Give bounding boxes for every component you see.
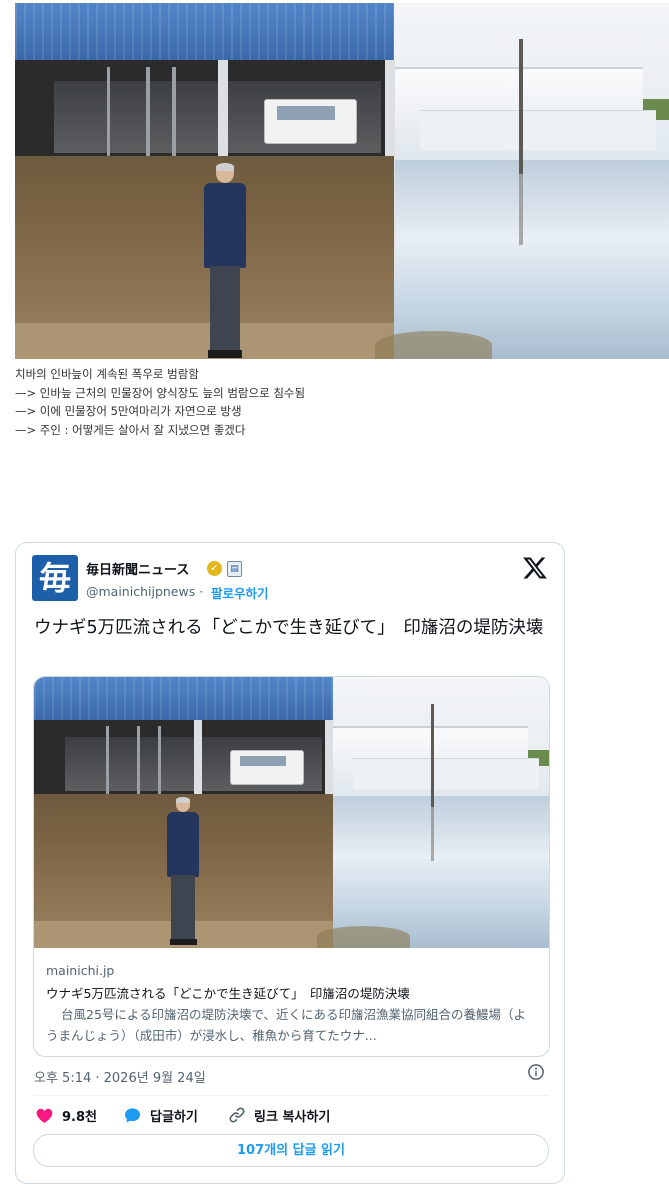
tweet-timestamp[interactable]: 오후 5:14 · 2026년 9월 24일 bbox=[34, 1067, 206, 1086]
link-card-image[interactable] bbox=[34, 677, 549, 948]
handle-separator: · bbox=[199, 584, 204, 599]
x-logo-icon[interactable] bbox=[522, 555, 548, 581]
like-button[interactable]: 9.8천 bbox=[35, 1101, 97, 1129]
caption-line: —> 이에 민물장어 5만여마리가 자연으로 방생 bbox=[15, 404, 242, 418]
copy-link-button[interactable]: 링크 복사하기 bbox=[228, 1101, 330, 1129]
reply-label: 답글하기 bbox=[150, 1109, 198, 1125]
tweet-text: ウナギ5万匹流される「どこかで生き延びて」 印旛沼の堤防決壊 bbox=[34, 618, 544, 638]
handle-text[interactable]: @mainichijpnews bbox=[86, 584, 195, 599]
affiliate-badge-icon: ▤ bbox=[227, 561, 242, 577]
info-icon[interactable] bbox=[527, 1063, 545, 1081]
heart-icon bbox=[36, 1108, 53, 1123]
like-count: 9.8천 bbox=[62, 1109, 97, 1125]
flood-photo bbox=[15, 3, 669, 359]
read-replies-button[interactable]: 107개의 답글 읽기 bbox=[33, 1134, 549, 1167]
follow-button[interactable]: 팔로우하기 bbox=[211, 583, 269, 602]
divider bbox=[33, 1095, 548, 1096]
copy-link-label: 링크 복사하기 bbox=[254, 1109, 331, 1125]
link-card[interactable]: mainichi.jp ウナギ5万匹流される「どこかで生き延びて」 印旛沼の堤防… bbox=[33, 676, 550, 1057]
link-description[interactable]: 台風25号による印旛沼の堤防決壊で、近くにある印旛沼漁業協同組合の養鰻場（ようま… bbox=[46, 1004, 536, 1046]
reply-bubble-icon bbox=[124, 1107, 141, 1123]
account-handle[interactable]: @mainichijpnews · bbox=[86, 584, 203, 599]
caption-line: —> 주인 : 어떻게든 살아서 잘 지냈으면 좋겠다 bbox=[15, 422, 246, 437]
caption-line: —> 인바늪 근처의 민물장어 양식장도 늪의 범람으로 침수됨 bbox=[15, 385, 306, 400]
caption-line: 치바의 인바늪이 계속된 폭우로 범람함 bbox=[15, 367, 199, 381]
link-title[interactable]: ウナギ5万匹流される「どこかで生き延びて」 印旛沼の堤防決壊 bbox=[46, 983, 541, 1002]
tweet-actions: 9.8천 답글하기 링크 복사하기 bbox=[33, 1101, 548, 1129]
link-domain[interactable]: mainichi.jp bbox=[46, 963, 114, 978]
tweet-card: 毎 毎日新聞ニュース ✓ ▤ @mainichijpnews · 팔로우하기 ウ… bbox=[15, 542, 565, 1184]
account-avatar[interactable]: 毎 bbox=[32, 555, 78, 601]
link-icon bbox=[229, 1107, 245, 1123]
reply-button[interactable]: 답글하기 bbox=[123, 1101, 198, 1129]
account-name[interactable]: 毎日新聞ニュース bbox=[86, 559, 189, 578]
post-caption: 치바의 인바늪이 계속된 폭우로 범람함 —> 인바늪 근처의 민물장어 양식장… bbox=[15, 365, 305, 439]
verified-badge-icon: ✓ bbox=[207, 561, 222, 576]
